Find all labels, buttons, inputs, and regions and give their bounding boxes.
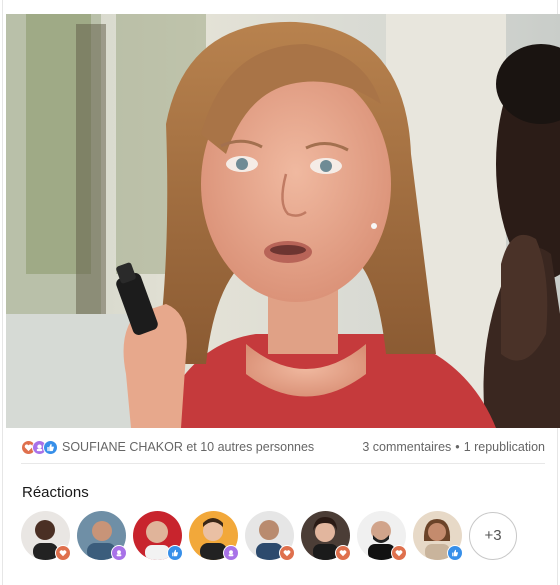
support-icon: [111, 545, 127, 561]
post-image[interactable]: [6, 14, 560, 428]
post-card: SOUFIANE CHAKOR et 10 autres personnes 3…: [2, 0, 560, 585]
more-reactors-button[interactable]: +3: [469, 511, 517, 560]
love-icon: [55, 545, 71, 561]
love-icon: [391, 545, 407, 561]
like-icon: [43, 439, 58, 455]
divider: [21, 463, 545, 464]
love-icon: [279, 545, 295, 561]
avatar[interactable]: [189, 511, 239, 561]
like-icon: [447, 545, 463, 561]
next-section-peek: [21, 578, 545, 585]
avatar[interactable]: [133, 511, 183, 561]
avatar[interactable]: [245, 511, 295, 561]
avatar[interactable]: [413, 511, 463, 561]
like-icon: [167, 545, 183, 561]
support-icon: [223, 545, 239, 561]
avatar[interactable]: [357, 511, 407, 561]
reposts-count-link[interactable]: 1 republication: [464, 440, 545, 454]
reaction-icon-stack[interactable]: [21, 439, 58, 455]
avatar[interactable]: [301, 511, 351, 561]
reactions-heading: Réactions: [22, 484, 89, 501]
avatar[interactable]: [77, 511, 127, 561]
love-icon: [335, 545, 351, 561]
reactors-avatar-row: +3: [21, 511, 517, 561]
comments-count-link[interactable]: 3 commentaires: [362, 440, 451, 454]
social-counts-bar: SOUFIANE CHAKOR et 10 autres personnes 3…: [21, 436, 545, 458]
separator-dot: •: [455, 440, 460, 454]
avatar[interactable]: [21, 511, 71, 561]
reactors-summary-link[interactable]: SOUFIANE CHAKOR et 10 autres personnes: [62, 440, 314, 454]
